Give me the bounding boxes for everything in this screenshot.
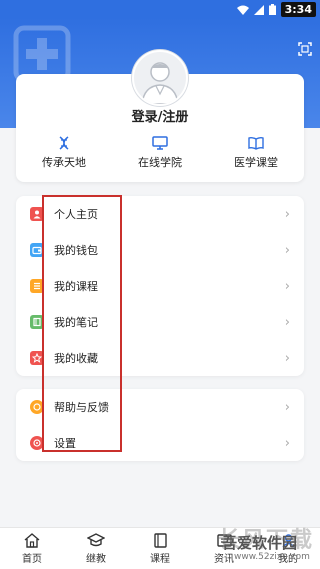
menu-item-label: 我的钱包 [54, 244, 98, 257]
menu-item-label: 设置 [54, 437, 76, 450]
news-icon [216, 533, 232, 547]
menu-item-wallet[interactable]: 我的钱包 › [16, 232, 304, 268]
wallet-icon [30, 243, 44, 257]
course-icon [153, 532, 167, 548]
help-icon [30, 400, 44, 414]
menu-item-label: 我的收藏 [54, 352, 98, 365]
nav-label: 首页 [22, 553, 42, 565]
status-time: 3:34 [280, 2, 316, 17]
notebook-icon [30, 315, 44, 329]
nav-item-continuing-education[interactable]: 继教 [64, 528, 128, 569]
nav-label: 资讯 [214, 553, 234, 565]
nav-item-home[interactable]: 首页 [0, 528, 64, 569]
status-icons: 3:34 [236, 2, 316, 17]
quick-link-online-academy[interactable]: 在线学院 [115, 136, 205, 170]
chevron-right-icon: › [284, 278, 290, 294]
chevron-right-icon: › [284, 242, 290, 258]
menu-card-main: 个人主页 › 我的钱包 › 我的课程 › 我的笔记 › 我的收藏 › [16, 196, 304, 376]
menu-item-favorites[interactable]: 我的收藏 › [16, 340, 304, 376]
nav-item-news[interactable]: 资讯 [192, 528, 256, 569]
chevron-right-icon: › [284, 314, 290, 330]
gear-icon [30, 436, 44, 450]
chevron-right-icon: › [284, 350, 290, 366]
menu-item-profile[interactable]: 个人主页 › [16, 196, 304, 232]
book-icon [248, 136, 264, 150]
battery-icon [268, 4, 276, 15]
menu-item-courses[interactable]: 我的课程 › [16, 268, 304, 304]
login-register-link[interactable]: 登录/注册 [16, 106, 304, 125]
menu-item-settings[interactable]: 设置 › [16, 425, 304, 461]
quick-links: 传承天地 在线学院 医学课堂 [16, 136, 304, 170]
chevron-right-icon: › [284, 399, 290, 415]
bottom-nav: 首页 继教 课程 资讯 我的 [0, 527, 320, 569]
status-bar: 3:34 [0, 0, 320, 18]
menu-card-secondary: 帮助与反馈 › 设置 › [16, 389, 304, 461]
graduation-cap-icon [87, 532, 105, 546]
avatar[interactable] [132, 50, 188, 106]
menu-item-help-feedback[interactable]: 帮助与反馈 › [16, 389, 304, 425]
menu-item-label: 个人主页 [54, 208, 98, 221]
monitor-icon [152, 136, 168, 150]
wifi-icon [236, 5, 249, 15]
nav-label: 继教 [86, 553, 106, 565]
nav-label: 我的 [278, 553, 298, 565]
quick-link-heritage[interactable]: 传承天地 [19, 136, 109, 170]
nav-item-profile[interactable]: 我的 [256, 528, 320, 569]
chevron-right-icon: › [284, 206, 290, 222]
scan-icon[interactable] [298, 42, 312, 56]
menu-item-label: 我的课程 [54, 280, 98, 293]
menu-item-label: 帮助与反馈 [54, 401, 109, 414]
profile-icon [281, 533, 295, 547]
menu-item-notes[interactable]: 我的笔记 › [16, 304, 304, 340]
menu-item-label: 我的笔记 [54, 316, 98, 329]
signal-icon [253, 4, 264, 15]
person-icon [30, 207, 44, 221]
quick-link-label: 在线学院 [138, 156, 182, 169]
nav-item-courses[interactable]: 课程 [128, 528, 192, 569]
quick-link-label: 医学课堂 [234, 156, 278, 169]
home-icon [24, 532, 40, 548]
star-icon [30, 351, 44, 365]
quick-link-medical-class[interactable]: 医学课堂 [211, 136, 301, 170]
chevron-right-icon: › [284, 435, 290, 451]
nav-label: 课程 [150, 553, 170, 565]
default-avatar-icon [141, 62, 179, 104]
quick-link-label: 传承天地 [42, 156, 86, 169]
course-list-icon [30, 279, 44, 293]
dna-icon [59, 136, 69, 150]
